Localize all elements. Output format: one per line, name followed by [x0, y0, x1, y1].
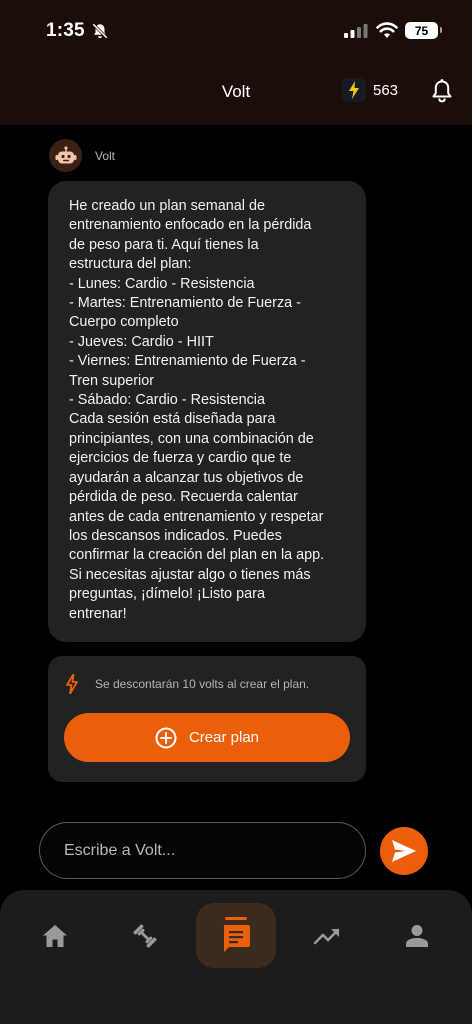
lightning-bolt-icon: [342, 78, 366, 102]
page-title: Volt: [221, 82, 251, 101]
message-line: He creado un plan semanal de: [69, 198, 266, 214]
robot-avatar-icon: [49, 139, 82, 172]
nav-profile[interactable]: [399, 920, 435, 952]
volts-balance[interactable]: 563: [342, 78, 398, 102]
status-time: 1:35: [46, 20, 85, 41]
status-bar: 1:35 75: [0, 18, 472, 48]
wifi-icon: [376, 22, 398, 38]
message-line: pérdida de peso. Recuerda calentar: [69, 489, 298, 506]
dumbbell-icon: [133, 924, 157, 948]
nav-progress[interactable]: [309, 920, 345, 952]
trending-up-icon: [313, 928, 340, 945]
message-input[interactable]: [40, 823, 365, 878]
message-line: antes de cada entrenamiento y respetar: [69, 508, 324, 525]
bot-name: Volt: [95, 148, 116, 163]
bottom-nav: [0, 890, 472, 1024]
top-bar: 1:35 75 Volt 563: [0, 0, 472, 125]
create-plan-label: Crear plan: [188, 729, 260, 746]
message-line: de peso para ti. Aquí tienes la: [69, 236, 259, 253]
battery-icon: 75: [405, 22, 442, 39]
message-line: principiantes, con una combinación de: [69, 430, 314, 447]
chat-bubble-icon: [223, 916, 250, 952]
nav-chat[interactable]: [196, 903, 276, 968]
message-line: confirmar la creación del plan en la app…: [69, 547, 325, 564]
message-line: entrenar!: [69, 605, 127, 622]
bell-icon[interactable]: [430, 78, 454, 104]
cellular-signal-icon: [344, 24, 368, 38]
message-line: - Sábado: Cardio - Resistencia: [69, 392, 265, 409]
message-line: Cuerpo completo: [69, 314, 179, 331]
bell-slash-icon: [92, 23, 108, 39]
lightning-bolt-icon: [66, 674, 78, 694]
message-line: los descansos indicados. Puedes: [69, 527, 282, 544]
message-line: - Jueves: Cardio - HIIT: [69, 333, 214, 350]
person-icon: [406, 925, 428, 947]
message-line: ayudarán a alcanzar tus objetivos de: [69, 469, 304, 486]
message-line: - Viernes: Entrenamiento de Fuerza -: [69, 353, 306, 370]
home-icon: [43, 925, 67, 947]
plus-circle-icon: [155, 727, 177, 748]
volts-cost-text: Se descontarán 10 volts al crear el plan…: [95, 677, 310, 691]
message-line: - Lunes: Cardio - Resistencia: [69, 275, 255, 292]
create-plan-card: Se descontarán 10 volts al crear el plan…: [48, 656, 366, 782]
send-icon: [392, 840, 416, 862]
volts-count: 563: [373, 81, 399, 99]
message-line: preguntas, ¡dímelo! ¡Listo para: [69, 586, 265, 603]
message-input-wrapper: [39, 822, 366, 879]
battery-level: 75: [414, 23, 429, 38]
send-button[interactable]: [380, 827, 428, 875]
create-plan-button[interactable]: Crear plan: [64, 713, 350, 762]
nav-home[interactable]: [37, 920, 73, 952]
bot-message-bubble: He creado un plan semanal de entrenamien…: [48, 181, 366, 642]
bot-header: Volt: [49, 139, 115, 172]
volts-cost-note: Se descontarán 10 volts al crear el plan…: [66, 674, 309, 694]
nav-workouts[interactable]: [127, 920, 163, 952]
message-line: Tren superior: [69, 372, 155, 389]
message-line: - Martes: Entrenamiento de Fuerza -: [69, 295, 301, 312]
message-line: ejercicios de fuerza y cardio que te: [69, 450, 292, 467]
message-line: entrenamiento enfocado en la pérdida: [69, 217, 312, 234]
message-line: Cada sesión está diseñada para: [69, 411, 276, 428]
message-line: estructura del plan:: [69, 256, 192, 273]
message-line: Si necesitas ajustar algo o tienes más: [69, 566, 311, 583]
